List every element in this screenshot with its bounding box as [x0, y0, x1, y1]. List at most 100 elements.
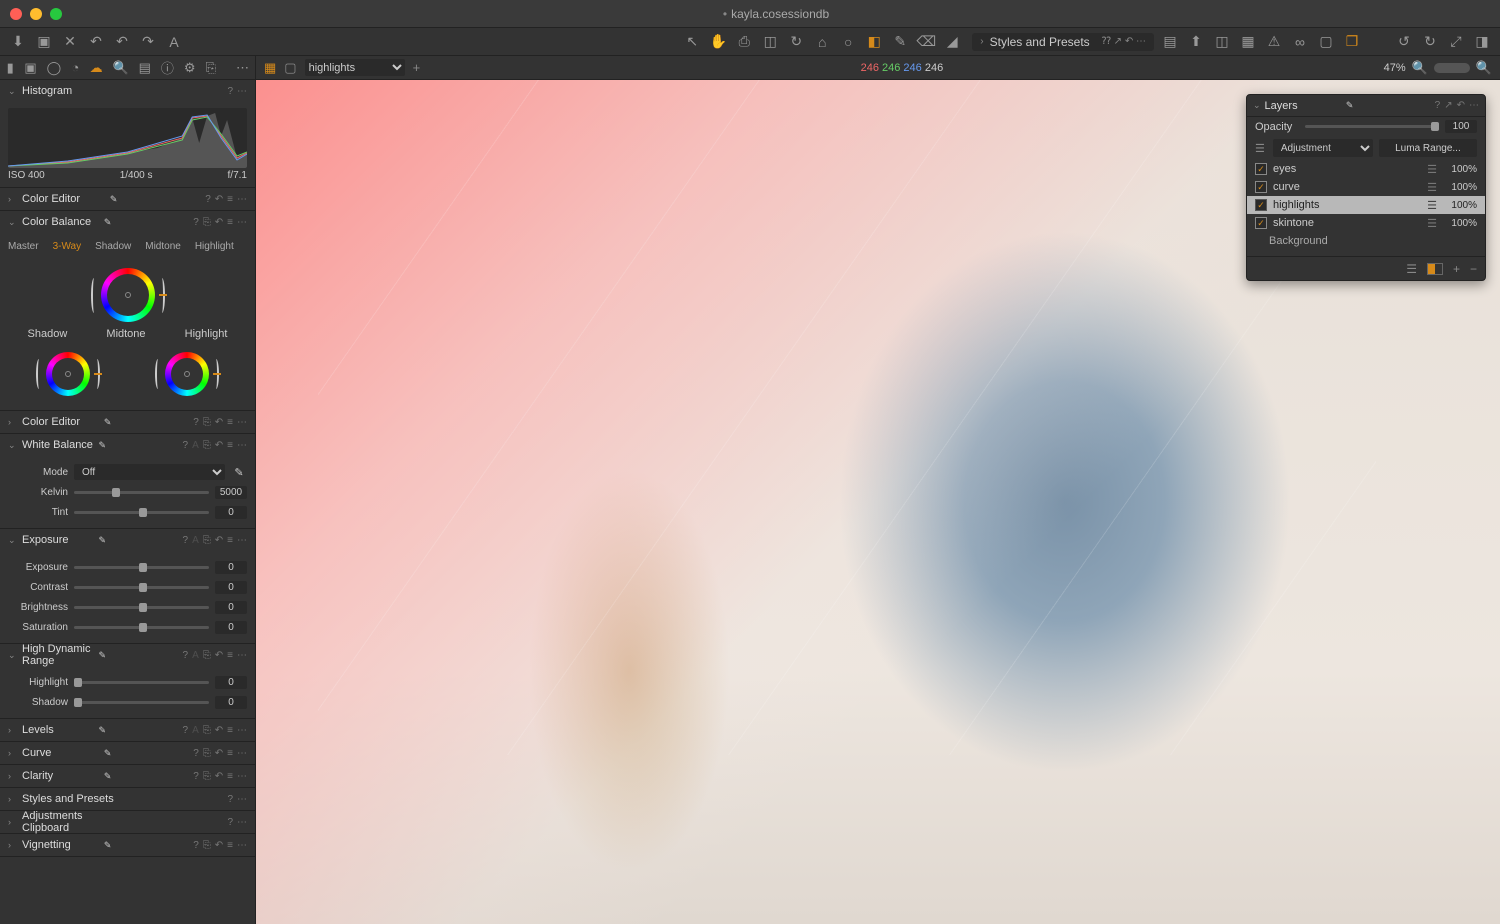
clarity-header[interactable]: ›Clarity✎?⎘↶≡⋯: [0, 765, 255, 787]
layer-curve[interactable]: ✓curve☰100%: [1247, 178, 1485, 196]
help-icon[interactable]: ?: [205, 194, 211, 205]
list-icon[interactable]: ≡: [227, 417, 233, 428]
reset-icon[interactable]: ↶: [215, 650, 223, 661]
brush-icon[interactable]: ✎: [890, 32, 910, 52]
curve-header[interactable]: ›Curve✎?⎘↶≡⋯: [0, 742, 255, 764]
adjust-tab-icon[interactable]: ▤: [139, 60, 151, 76]
reset-icon[interactable]: ↶: [215, 840, 223, 851]
copy-icon[interactable]: ⎘: [203, 771, 211, 782]
upload-icon[interactable]: ⬆: [1186, 32, 1206, 52]
help-icon[interactable]: ?: [227, 86, 233, 97]
keystone-icon[interactable]: ⌂: [812, 32, 832, 52]
exposure-value[interactable]: 0: [215, 561, 247, 574]
contrast-slider[interactable]: [74, 586, 209, 589]
help-icon[interactable]: ?: [183, 650, 189, 661]
saturation-slider[interactable]: [74, 626, 209, 629]
levels-header[interactable]: ›Levels✎?A⎘↶≡⋯: [0, 719, 255, 741]
list-icon[interactable]: ≡: [227, 725, 233, 736]
auto-icon[interactable]: A: [192, 650, 199, 661]
tab-master[interactable]: Master: [8, 241, 39, 252]
export-icon[interactable]: ▤: [1160, 32, 1180, 52]
batch-tab-icon[interactable]: ⎘: [206, 60, 216, 76]
highlight-wheel[interactable]: [157, 344, 217, 404]
help-icon[interactable]: ?: [1435, 100, 1441, 111]
copy-icon[interactable]: ⎘: [203, 725, 211, 736]
more-icon[interactable]: ⋯: [237, 194, 247, 205]
more-icon[interactable]: ⋯: [237, 650, 247, 661]
proof-icon[interactable]: ❐: [1342, 32, 1362, 52]
library-tab-icon[interactable]: ▮: [6, 60, 14, 76]
kelvin-value[interactable]: 5000: [215, 486, 247, 499]
zoom-fit-icon[interactable]: 🔍: [1476, 60, 1492, 76]
layer-background[interactable]: Background: [1247, 232, 1485, 250]
close-window-button[interactable]: [10, 8, 22, 20]
copy-icon[interactable]: ⎘: [203, 440, 211, 451]
zoom-slider[interactable]: [1434, 63, 1470, 73]
histogram-chart[interactable]: [8, 108, 247, 168]
adjust-icon[interactable]: ☰: [1427, 181, 1437, 194]
undo-icon[interactable]: ↶: [86, 32, 106, 52]
list-icon[interactable]: ≡: [227, 194, 233, 205]
add-layer-icon[interactable]: +: [1453, 262, 1460, 276]
list-icon[interactable]: ≡: [227, 217, 233, 228]
help-icon[interactable]: ?: [183, 535, 189, 546]
more-icon[interactable]: ⋯: [237, 840, 247, 851]
more-icon[interactable]: ⋯: [237, 440, 247, 451]
opacity-slider[interactable]: [1305, 125, 1439, 128]
more-icon[interactable]: ⋯: [237, 771, 247, 782]
copy-icon[interactable]: ⎘: [203, 217, 211, 228]
delete-layer-icon[interactable]: −: [1470, 262, 1477, 276]
brightness-value[interactable]: 0: [215, 601, 247, 614]
tab-highlight[interactable]: Highlight: [195, 241, 234, 252]
adj-clipboard-header[interactable]: ›Adjustments Clipboard?⋯: [0, 811, 255, 833]
layer-options-icon[interactable]: ☰: [1406, 262, 1417, 276]
warning-icon[interactable]: ⚠: [1264, 32, 1284, 52]
adjust-icon[interactable]: ☰: [1427, 163, 1437, 176]
text-style-icon[interactable]: A: [164, 32, 184, 52]
list-icon[interactable]: ≡: [227, 440, 233, 451]
exposure-header[interactable]: ⌄ Exposure ✎ ?A⎘↶≡⋯: [0, 529, 255, 551]
layer-skintone[interactable]: ✓skintone☰100%: [1247, 214, 1485, 232]
reset-rotate-left-icon[interactable]: ↺: [1394, 32, 1414, 52]
canvas[interactable]: ⌄ Layers ✎ ?↗↶⋯ Opacity 100 ☰ Adjustment…: [256, 80, 1500, 924]
hdr-header[interactable]: ⌄ High Dynamic Range ✎ ?A⎘↶≡⋯: [0, 644, 255, 666]
reset-icon[interactable]: ↶: [215, 440, 223, 451]
color-tab-icon[interactable]: ◔: [71, 60, 79, 76]
cursor-icon[interactable]: ↖: [682, 32, 702, 52]
layer-highlights[interactable]: ✓highlights☰100%: [1247, 196, 1485, 214]
exposure-tab-icon[interactable]: ☁: [90, 60, 103, 76]
luma-range-button[interactable]: Luma Range...: [1379, 139, 1477, 157]
help-icon[interactable]: ?: [193, 771, 199, 782]
auto-icon[interactable]: A: [192, 535, 199, 546]
expand-icon[interactable]: ⤢: [1446, 32, 1466, 52]
tint-slider[interactable]: [74, 511, 209, 514]
list-icon[interactable]: ≡: [227, 771, 233, 782]
copy-icon[interactable]: ⎘: [203, 748, 211, 759]
reset-icon[interactable]: ↶: [215, 748, 223, 759]
hdr-highlight-value[interactable]: 0: [215, 676, 247, 689]
undo2-icon[interactable]: ↶: [112, 32, 132, 52]
adjust-icon[interactable]: ☰: [1427, 199, 1437, 212]
help-icon[interactable]: ?: [227, 794, 233, 805]
more-icon[interactable]: ⋯: [237, 535, 247, 546]
maximize-window-button[interactable]: [50, 8, 62, 20]
tab-3way[interactable]: 3-Way: [53, 241, 82, 252]
color-balance-header[interactable]: ⌄ Color Balance ✎ ?⎘↶≡⋯: [0, 211, 255, 233]
more-icon[interactable]: ⋯: [237, 86, 247, 97]
expand-icon[interactable]: ↗: [1444, 100, 1452, 111]
help-icon[interactable]: ?: [193, 840, 199, 851]
copy-icon[interactable]: ⎘: [203, 535, 211, 546]
styles-opts-icon[interactable]: ⁇ ↗ ↶ ⋯: [1102, 36, 1146, 47]
more-icon[interactable]: ⋯: [237, 417, 247, 428]
layer-check-icon[interactable]: ✓: [1255, 181, 1267, 193]
kelvin-slider[interactable]: [74, 491, 209, 494]
white-balance-header[interactable]: ⌄ White Balance ✎ ?A⎘↶≡⋯: [0, 434, 255, 456]
details-tab-icon[interactable]: 🔍: [113, 60, 129, 76]
mask-gradient-icon[interactable]: ◧: [864, 32, 884, 52]
list-icon[interactable]: ≡: [227, 840, 233, 851]
more-icon[interactable]: ⋯: [237, 217, 247, 228]
metadata-tab-icon[interactable]: ⓘ: [161, 60, 174, 76]
saturation-value[interactable]: 0: [215, 621, 247, 634]
sidebar-menu-icon[interactable]: ⋯: [236, 60, 249, 76]
help-icon[interactable]: ?: [227, 817, 233, 828]
